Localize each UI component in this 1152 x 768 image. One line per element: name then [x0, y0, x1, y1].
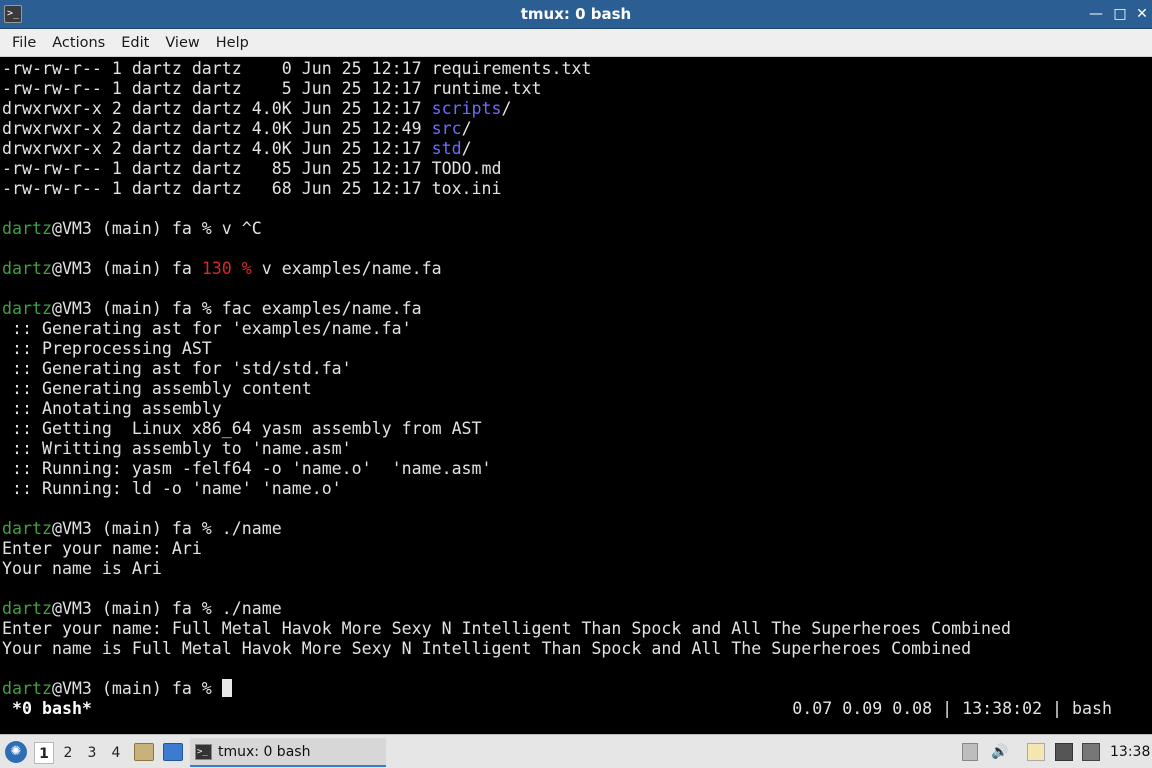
line-text: :: Generating ast for 'std/std.fa': [2, 359, 352, 378]
network-icon[interactable]: [1055, 743, 1073, 761]
directory-name: src: [431, 119, 462, 138]
start-menu-icon[interactable]: ✺: [5, 741, 27, 763]
battery-icon[interactable]: [1082, 743, 1100, 761]
prompt-user: dartz: [2, 599, 52, 618]
line-tail: v examples/name.fa: [251, 259, 442, 278]
line-tail: /: [461, 119, 472, 138]
line-text: @VM3 (main) fa % ./name: [51, 599, 282, 618]
terminal-line: drwxrwxr-x 2 dartz dartz 4.0K Jun 25 12:…: [2, 119, 472, 139]
line-text: :: Running: ld -o 'name' 'name.o': [2, 479, 342, 498]
line-text: :: Anotating assembly: [2, 399, 222, 418]
window-title: tmux: 0 bash: [520, 5, 632, 23]
terminal-line: Your name is Full Metal Havok More Sexy …: [2, 639, 971, 659]
line-text: @VM3 (main) fa % fac examples/name.fa: [51, 299, 422, 318]
terminal-line: Enter your name: Ari: [2, 539, 202, 559]
line-text: :: Generating assembly content: [2, 379, 312, 398]
terminal-line: drwxrwxr-x 2 dartz dartz 4.0K Jun 25 12:…: [2, 139, 472, 159]
window-titlebar[interactable]: >_ tmux: 0 bash — □ ✕: [0, 0, 1152, 29]
terminal-line: :: Generating assembly content: [2, 379, 312, 399]
menu-actions[interactable]: Actions: [44, 29, 113, 57]
line-text: :: Running: yasm -felf64 -o 'name.o' 'na…: [2, 459, 492, 478]
workspace-2[interactable]: 2: [58, 742, 78, 764]
menu-file[interactable]: File: [4, 29, 44, 57]
prompt-user: dartz: [2, 299, 52, 318]
line-text: @VM3 (main) fa %: [51, 679, 222, 698]
prompt-user: dartz: [2, 679, 52, 698]
task-label: tmux: 0 bash: [218, 744, 311, 760]
terminal-line: -rw-rw-r-- 1 dartz dartz 0 Jun 25 12:17 …: [2, 59, 591, 79]
line-text: :: Preprocessing AST: [2, 339, 212, 358]
notes-icon[interactable]: [1027, 743, 1045, 761]
line-text: Your name is Ari: [2, 559, 162, 578]
line-text: @VM3 (main) fa % ./name: [51, 519, 282, 538]
terminal-line: -rw-rw-r-- 1 dartz dartz 85 Jun 25 12:17…: [2, 159, 502, 179]
terminal-line: :: Running: yasm -felf64 -o 'name.o' 'na…: [2, 459, 492, 479]
terminal-area[interactable]: *0 bash* 0.07 0.09 0.08 | 13:38:02 | bas…: [0, 58, 1152, 734]
clock[interactable]: 13:38: [1110, 735, 1150, 768]
terminal-line: dartz@VM3 (main) fa % ./name: [2, 519, 282, 539]
terminal-line: dartz@VM3 (main) fa 130 % v examples/nam…: [2, 259, 442, 279]
line-text: -rw-rw-r-- 1 dartz dartz 68 Jun 25 12:17…: [2, 179, 502, 198]
close-button[interactable]: ✕: [1132, 4, 1152, 24]
terminal-line: Your name is Ari: [2, 559, 162, 579]
terminal-line: :: Generating ast for 'examples/name.fa': [2, 319, 412, 339]
terminal-line: :: Anotating assembly: [2, 399, 222, 419]
line-text: drwxrwxr-x 2 dartz dartz 4.0K Jun 25 12:…: [2, 139, 432, 158]
tmux-status-info: 0.07 0.09 0.08 | 13:38:02 | bash: [792, 699, 1112, 718]
line-text: Enter your name: Ari: [2, 539, 202, 558]
prompt-user: dartz: [2, 519, 52, 538]
line-text: Enter your name: Full Metal Havok More S…: [2, 619, 1012, 638]
task-button-tmux[interactable]: >_ tmux: 0 bash: [190, 738, 386, 767]
line-text: drwxrwxr-x 2 dartz dartz 4.0K Jun 25 12:…: [2, 99, 432, 118]
maximize-button[interactable]: □: [1110, 4, 1130, 24]
terminal-line: :: Getting Linux x86_64 yasm assembly fr…: [2, 419, 482, 439]
line-text: :: Writting assembly to 'name.asm': [2, 439, 352, 458]
show-desktop-icon[interactable]: [163, 743, 183, 761]
directory-name: std: [431, 139, 462, 158]
line-text: :: Generating ast for 'examples/name.fa': [2, 319, 412, 338]
line-text: drwxrwxr-x 2 dartz dartz 4.0K Jun 25 12:…: [2, 119, 432, 138]
terminal-icon: >_: [195, 744, 212, 760]
terminal-line: dartz@VM3 (main) fa % ./name: [2, 599, 282, 619]
line-tail: /: [501, 99, 512, 118]
line-text: :: Getting Linux x86_64 yasm assembly fr…: [2, 419, 482, 438]
clipboard-icon[interactable]: [962, 743, 978, 761]
line-text: @VM3 (main) fa % v ^C: [51, 219, 262, 238]
line-text: -rw-rw-r-- 1 dartz dartz 85 Jun 25 12:17…: [2, 159, 502, 178]
terminal-cursor: [221, 679, 232, 697]
workspace-4[interactable]: 4: [106, 742, 126, 764]
terminal-line: drwxrwxr-x 2 dartz dartz 4.0K Jun 25 12:…: [2, 99, 512, 119]
exit-code: 130 %: [201, 259, 252, 278]
tmux-window-label[interactable]: *0 bash*: [12, 699, 92, 719]
prompt-user: dartz: [2, 219, 52, 238]
terminal-line: dartz@VM3 (main) fa %: [2, 679, 232, 699]
minimize-button[interactable]: —: [1086, 4, 1106, 24]
terminal-line: :: Writting assembly to 'name.asm': [2, 439, 352, 459]
terminal-line: dartz@VM3 (main) fa % fac examples/name.…: [2, 299, 422, 319]
workspace-1[interactable]: 1: [34, 742, 54, 764]
terminal-line: :: Running: ld -o 'name' 'name.o': [2, 479, 342, 499]
workspace-3[interactable]: 3: [82, 742, 102, 764]
line-text: -rw-rw-r-- 1 dartz dartz 5 Jun 25 12:17 …: [2, 79, 542, 98]
terminal-line: dartz@VM3 (main) fa % v ^C: [2, 219, 262, 239]
taskbar: ✺ 1 2 3 4 >_ tmux: 0 bash 🔊 13:38: [0, 734, 1152, 768]
line-text: Your name is Full Metal Havok More Sexy …: [2, 639, 972, 658]
volume-icon[interactable]: 🔊: [991, 743, 1009, 761]
line-text: -rw-rw-r-- 1 dartz dartz 0 Jun 25 12:17 …: [2, 59, 592, 78]
terminal-line: Enter your name: Full Metal Havok More S…: [2, 619, 1011, 639]
directory-name: scripts: [431, 99, 502, 118]
line-tail: /: [461, 139, 472, 158]
prompt-user: dartz: [2, 259, 52, 278]
terminal-line: -rw-rw-r-- 1 dartz dartz 5 Jun 25 12:17 …: [2, 79, 541, 99]
menu-edit[interactable]: Edit: [113, 29, 157, 57]
file-manager-icon[interactable]: [134, 743, 154, 761]
menu-help[interactable]: Help: [208, 29, 257, 57]
terminal-line: -rw-rw-r-- 1 dartz dartz 68 Jun 25 12:17…: [2, 179, 502, 199]
line-text: @VM3 (main) fa: [51, 259, 202, 278]
menu-view[interactable]: View: [157, 29, 207, 57]
terminal-line: :: Generating ast for 'std/std.fa': [2, 359, 352, 379]
menubar: File Actions Edit View Help: [0, 29, 1152, 57]
terminal-line: :: Preprocessing AST: [2, 339, 212, 359]
